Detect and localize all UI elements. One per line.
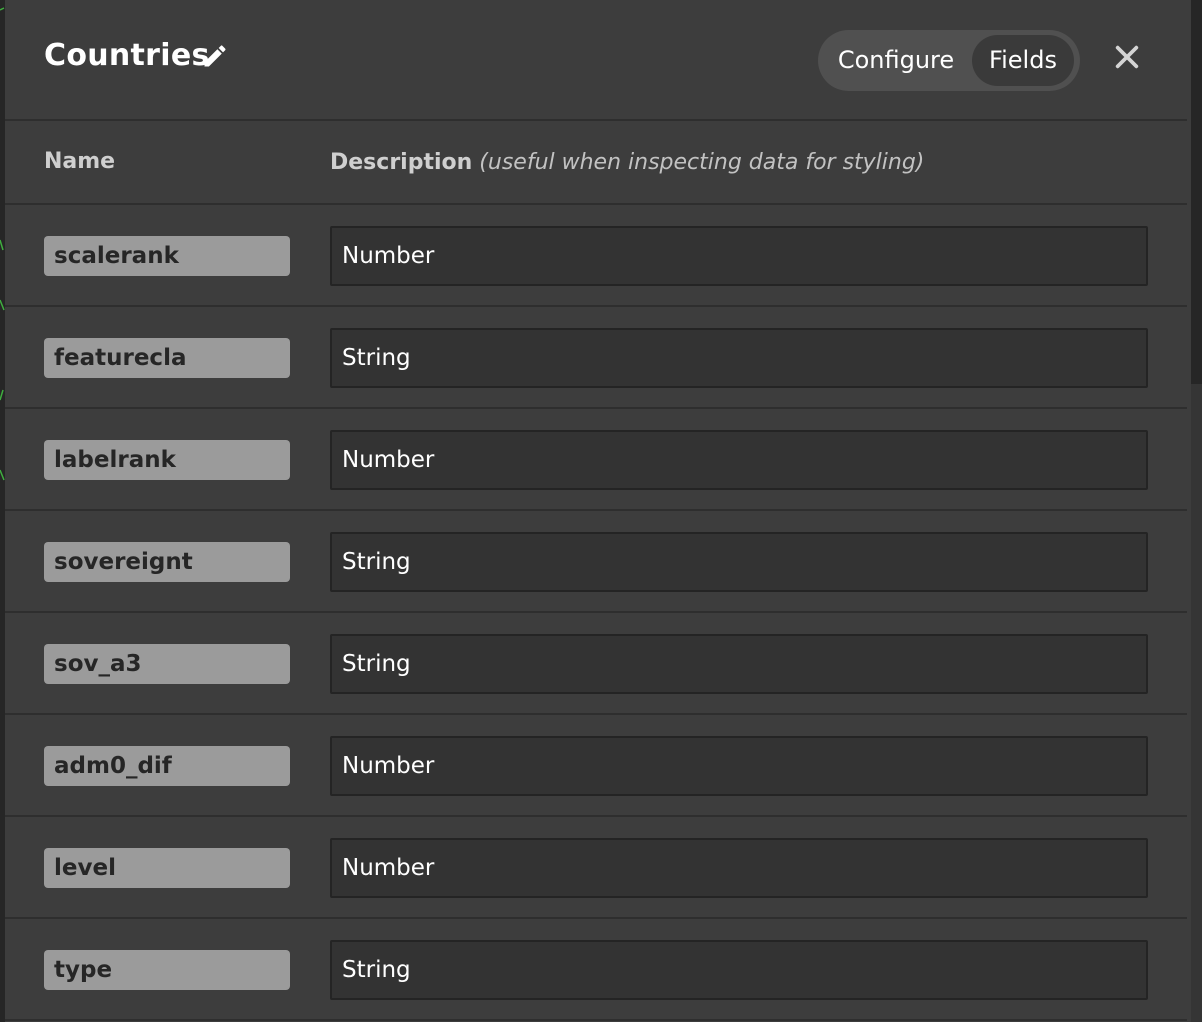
column-headers: Name Description (useful when inspecting… xyxy=(5,121,1202,205)
close-icon[interactable] xyxy=(1113,43,1141,71)
fields-tab[interactable]: Fields xyxy=(972,35,1074,86)
field-row: level xyxy=(5,817,1202,919)
description-header-hint: (useful when inspecting data for styling… xyxy=(479,150,925,175)
field-row: scalerank xyxy=(5,205,1202,307)
layer-title: Countries xyxy=(44,38,210,73)
field-description-input[interactable] xyxy=(330,634,1148,694)
field-list: scalerank featurecla labelrank sovereign… xyxy=(5,205,1202,1021)
field-description-input[interactable] xyxy=(330,328,1148,388)
panel-header: Countries Configure Fields xyxy=(5,0,1202,121)
field-description-input[interactable] xyxy=(330,838,1148,898)
field-row: featurecla xyxy=(5,307,1202,409)
view-toggle: Configure Fields xyxy=(818,30,1080,91)
field-row: labelrank xyxy=(5,409,1202,511)
field-name-chip: type xyxy=(44,950,290,990)
field-name-chip: sov_a3 xyxy=(44,644,290,684)
field-name-chip: adm0_dif xyxy=(44,746,290,786)
pencil-icon[interactable] xyxy=(201,42,229,70)
scrollbar-track[interactable] xyxy=(1191,384,1202,1022)
description-column-header: Description (useful when inspecting data… xyxy=(330,149,924,177)
fields-panel: Countries Configure Fields Name Descript… xyxy=(5,0,1202,1022)
field-row: sov_a3 xyxy=(5,613,1202,715)
field-description-input[interactable] xyxy=(330,532,1148,592)
vertical-scrollbar[interactable] xyxy=(1187,0,1202,1022)
field-description-input[interactable] xyxy=(330,226,1148,286)
field-row: adm0_dif xyxy=(5,715,1202,817)
field-description-input[interactable] xyxy=(330,736,1148,796)
field-description-input[interactable] xyxy=(330,940,1148,1000)
field-name-chip: sovereignt xyxy=(44,542,290,582)
description-header-label: Description xyxy=(330,150,473,175)
field-row: sovereignt xyxy=(5,511,1202,613)
field-name-chip: level xyxy=(44,848,290,888)
configure-tab[interactable]: Configure xyxy=(826,35,966,86)
field-name-chip: scalerank xyxy=(44,236,290,276)
field-row: type xyxy=(5,919,1202,1021)
field-name-chip: featurecla xyxy=(44,338,290,378)
name-column-header: Name xyxy=(44,149,116,174)
field-description-input[interactable] xyxy=(330,430,1148,490)
field-name-chip: labelrank xyxy=(44,440,290,480)
scrollbar-thumb[interactable] xyxy=(1191,0,1202,384)
